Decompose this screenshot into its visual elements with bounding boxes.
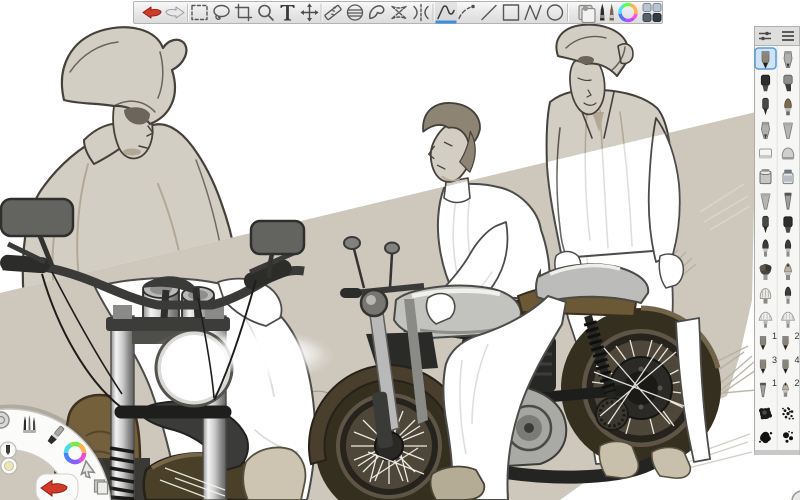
svg-text:2: 2 [795,378,800,388]
svg-text:3: 3 [772,355,777,365]
svg-text:4: 4 [795,355,800,365]
svg-text:1: 1 [772,331,777,341]
svg-text:1: 1 [772,378,777,388]
svg-text:2: 2 [795,331,800,341]
